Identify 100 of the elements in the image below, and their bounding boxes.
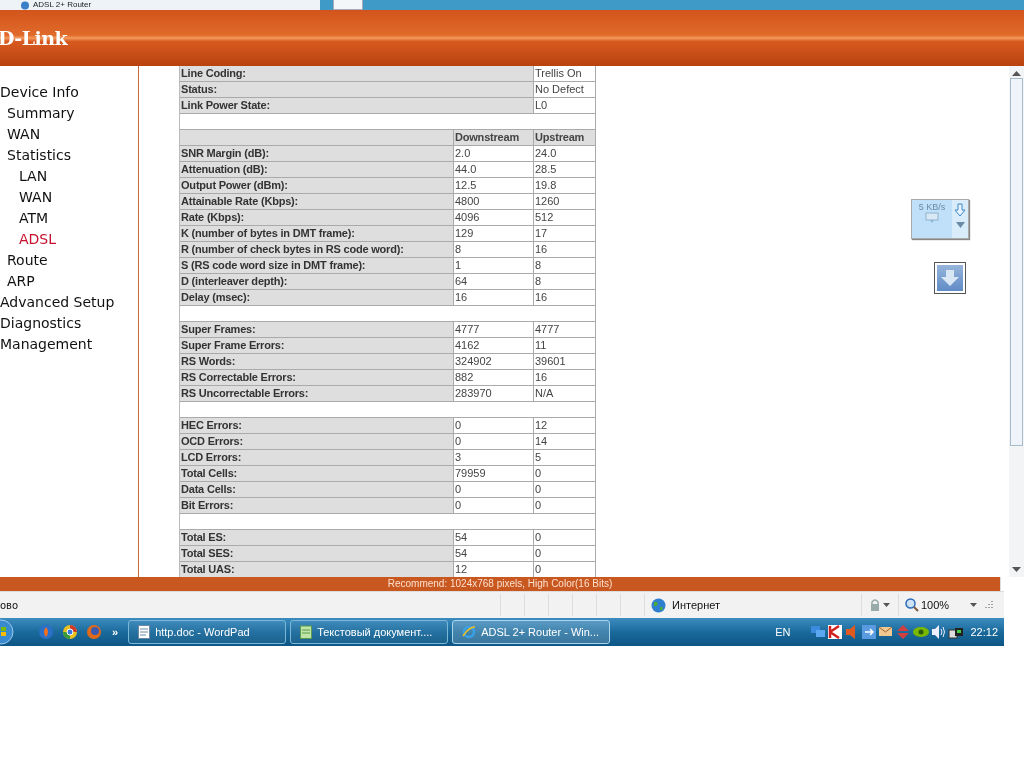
footer-text: Recommend: 1024x768 pixels, High Color(16 Bits) [387, 578, 613, 589]
table-cell: 0 [454, 434, 534, 450]
table-cell: Trellis On [534, 66, 596, 82]
table-cell: 11 [534, 338, 596, 354]
antivirus-icon[interactable] [827, 624, 844, 640]
monitor-icon [925, 212, 939, 223]
table-cell: 44.0 [454, 162, 534, 178]
sidebar-item[interactable]: Diagnostics [0, 313, 82, 334]
sidebar-item[interactable]: WAN [19, 187, 53, 208]
taskbar-button[interactable]: Текстовый документ.... [290, 620, 449, 644]
sidebar-item[interactable]: LAN [19, 166, 48, 187]
table-cell: 19.8 [534, 178, 596, 194]
more-button[interactable]: » [112, 626, 119, 638]
table-cell: 28.5 [534, 162, 596, 178]
download-button[interactable] [934, 262, 966, 294]
scrollbar[interactable] [1009, 66, 1024, 577]
table-cell: 0 [454, 498, 534, 514]
table-cell: 0 [534, 546, 596, 562]
lock-icon [870, 598, 880, 612]
table-cell: Line Coding: [180, 66, 534, 82]
caret-icon [970, 603, 977, 607]
table-cell: 882 [454, 370, 534, 386]
sidebar-item[interactable]: Summary [7, 103, 75, 124]
table-cell: 5 [534, 450, 596, 466]
floppy-icon[interactable] [861, 624, 878, 640]
table-cell: Attenuation (dB): [180, 162, 454, 178]
table-cell: RS Uncorrectable Errors: [180, 386, 454, 402]
table-cell: 283970 [454, 386, 534, 402]
table-cell: OCD Errors: [180, 434, 454, 450]
sidebar-item[interactable]: ARP [7, 271, 35, 292]
taskbar-button[interactable]: http.doc - WordPad [128, 620, 287, 644]
table-cell: 4162 [454, 338, 534, 354]
table-cell: D (interleaver depth): [180, 274, 454, 290]
table-cell: 129 [454, 226, 534, 242]
table-cell: 0 [534, 562, 596, 577]
table-cell: 16 [454, 290, 534, 306]
table-cell: 324902 [454, 354, 534, 370]
new-tab-button[interactable] [333, 0, 363, 10]
table-cell: Data Cells: [180, 482, 454, 498]
table-cell: K (number of bytes in DMT frame): [180, 226, 454, 242]
sidebar-item[interactable]: Route [7, 250, 48, 271]
table-cell: R (number of check bytes in RS code word): [180, 242, 454, 258]
table-cell: 2.0 [454, 146, 534, 162]
taskbar-button[interactable]: ADSL 2+ Router - Win... [452, 620, 611, 644]
table-cell: 16 [534, 290, 596, 306]
scroll-down-icon [1012, 567, 1021, 572]
language-indicator[interactable]: EN [775, 626, 791, 638]
zoom-control[interactable]: 100% [898, 594, 977, 616]
browser-tab[interactable]: ADSL 2+ Router [0, 0, 320, 10]
table-cell: 4777 [454, 322, 534, 338]
status-text: ово [0, 599, 20, 611]
sidebar-item[interactable]: WAN [7, 124, 41, 145]
table-cell: 0 [534, 482, 596, 498]
sidebar-item[interactable]: Advanced Setup [0, 292, 115, 313]
table-cell: 512 [534, 210, 596, 226]
sidebar-item[interactable]: ATM [19, 208, 49, 229]
table-cell: 79959 [454, 466, 534, 482]
table-cell: Super Frames: [180, 322, 454, 338]
table-cell: 4096 [454, 210, 534, 226]
table-cell: Bit Errors: [180, 498, 454, 514]
sidebar-item[interactable]: Statistics [7, 145, 71, 166]
sidebar-item[interactable]: Device Info [0, 82, 79, 103]
zone-label: Интернет [672, 599, 720, 611]
scrollbar-thumb[interactable] [1010, 77, 1023, 446]
table-cell: RS Correctable Errors: [180, 370, 454, 386]
clock: 22:12 [970, 626, 998, 638]
table-cell: 1 [454, 258, 534, 274]
sidebar-item[interactable]: Management [0, 334, 93, 355]
browser-icon[interactable] [62, 624, 78, 640]
table-cell: Total Cells: [180, 466, 454, 482]
table-cell: RS Words: [180, 354, 454, 370]
table-cell: 0 [534, 498, 596, 514]
table-cell: 16 [534, 242, 596, 258]
table-cell: Link Power State: [180, 98, 534, 114]
table-cell: L0 [534, 98, 596, 114]
table-cell: 4800 [454, 194, 534, 210]
table-cell: 4777 [534, 322, 596, 338]
table-cell: 0 [534, 530, 596, 546]
table-cell: 8 [534, 274, 596, 290]
table-cell: 24.0 [534, 146, 596, 162]
sidebar-item[interactable]: ADSL [19, 229, 57, 250]
magnifier-icon [905, 598, 919, 612]
table-cell: Status: [180, 82, 534, 98]
globe-icon [651, 597, 666, 613]
table-cell: S (RS code word size in DMT frame): [180, 258, 454, 274]
table-cell: 16 [534, 370, 596, 386]
table-cell: 0 [454, 482, 534, 498]
flame-icon[interactable] [38, 624, 54, 640]
dropdown-arrow-icon [955, 222, 965, 228]
table-cell: 12 [454, 562, 534, 577]
volume-icon[interactable] [931, 624, 948, 640]
table-cell: 8 [534, 258, 596, 274]
table-cell: HEC Errors: [180, 418, 454, 434]
eye-logo-icon[interactable] [912, 624, 931, 640]
globe-icon [20, 0, 30, 10]
table-cell: N/A [534, 386, 596, 402]
table-cell: SNR Margin (dB): [180, 146, 454, 162]
table-cell: Attainable Rate (Kbps): [180, 194, 454, 210]
network-icon[interactable] [810, 624, 827, 640]
download-icon [954, 203, 966, 217]
